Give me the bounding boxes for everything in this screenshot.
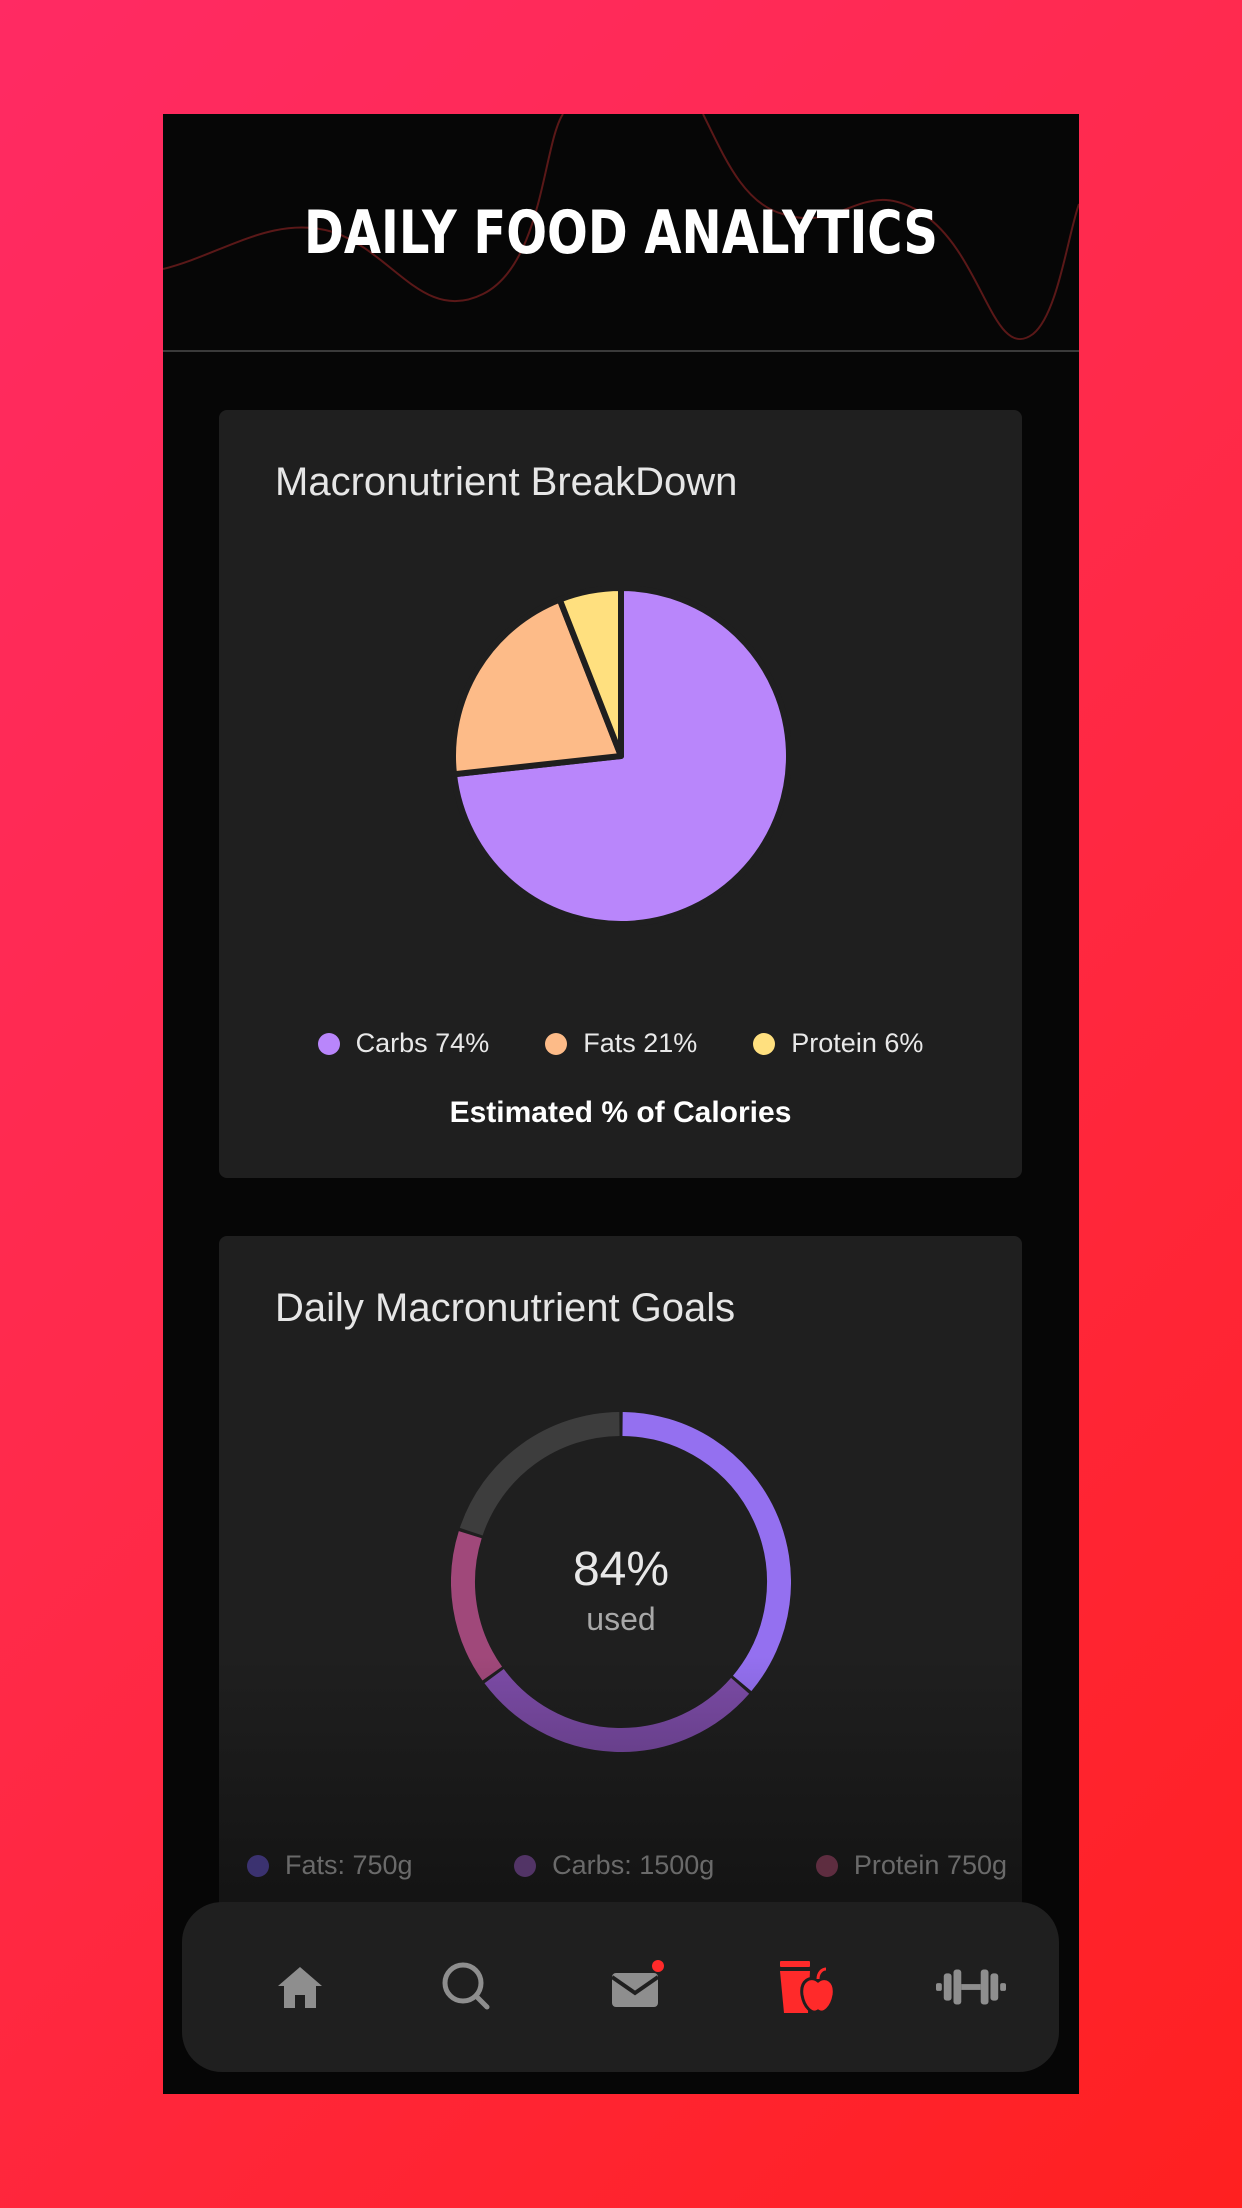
chart-caption: Estimated % of Calories: [449, 1096, 792, 1129]
legend-dot-protein: [753, 1032, 776, 1055]
search-icon: [442, 1962, 490, 2010]
legend-dot-fats: [247, 1854, 269, 1877]
mail-icon: [610, 1960, 664, 2007]
legend-label: Protein 750g: [853, 1850, 1007, 1880]
daily-goals-card: Daily Macronutrient Goals 84% used Fats:…: [219, 1236, 1022, 1956]
legend-label: Fats 21%: [583, 1028, 698, 1058]
app-screen: DAILY FOOD ANALYTICS Macronutrient Break…: [163, 114, 1079, 2094]
used-label: used: [586, 1601, 656, 1637]
header: DAILY FOOD ANALYTICS: [163, 114, 1079, 352]
tab-workout[interactable]: [936, 1952, 1006, 2022]
legend-dot-protein: [815, 1854, 838, 1877]
legend-dot-carbs: [514, 1854, 537, 1877]
pie-chart: [451, 586, 791, 926]
used-percentage: 84%: [572, 1543, 670, 1596]
legend-label: Protein 6%: [791, 1028, 924, 1058]
tab-search[interactable]: [432, 1952, 502, 2022]
tab-messages[interactable]: [601, 1952, 671, 2022]
donut-segment-remaining[interactable]: [459, 1412, 620, 1536]
pie-legend: Carbs 74% Fats 21% Protein 6%: [219, 1028, 1022, 1059]
legend-dot-carbs: [317, 1032, 340, 1055]
dumbbell-icon: [936, 1969, 1006, 2005]
legend-item-carbs[interactable]: Carbs: 1500g: [514, 1850, 714, 1881]
food-icon: [780, 1961, 834, 2014]
donut-center: 84% used: [451, 1542, 791, 1638]
tab-home[interactable]: [265, 1952, 335, 2022]
tab-food[interactable]: [769, 1952, 839, 2022]
card-title: Macronutrient BreakDown: [275, 460, 738, 504]
legend-item-protein[interactable]: Protein 750g: [815, 1850, 1007, 1881]
legend-dot-fats: [545, 1032, 568, 1055]
macronutrient-breakdown-card: Macronutrient BreakDown Carbs 74% Fats 2…: [219, 410, 1022, 1178]
legend-item-carbs[interactable]: Carbs 74%: [317, 1028, 490, 1059]
legend-label: Carbs: 1500g: [552, 1850, 715, 1880]
bottom-tab-bar: [182, 1902, 1059, 2072]
legend-label: Carbs 74%: [355, 1028, 490, 1058]
home-icon: [278, 1967, 322, 2008]
goals-legend: Fats: 750g Carbs: 1500g Protein 750g: [247, 1850, 1007, 1881]
page-title: DAILY FOOD ANALYTICS: [303, 198, 938, 268]
legend-item-protein[interactable]: Protein 6%: [753, 1028, 923, 1059]
legend-label: Fats: 750g: [285, 1850, 413, 1880]
notification-badge: [652, 1960, 664, 1972]
legend-item-fats[interactable]: Fats: 750g: [247, 1850, 413, 1881]
card-title: Daily Macronutrient Goals: [275, 1286, 736, 1330]
legend-item-fats[interactable]: Fats 21%: [545, 1028, 697, 1059]
